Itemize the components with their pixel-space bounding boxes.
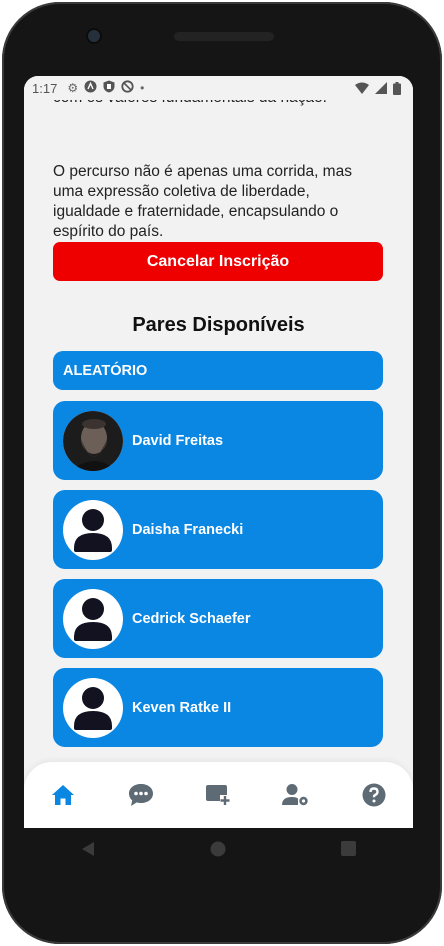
wifi-icon (355, 82, 369, 94)
user-settings-icon (282, 784, 308, 806)
paragraph-cut-line: com os valores fundamentais da nação. (53, 100, 327, 108)
available-pairs-title: Pares Disponíveis (132, 314, 305, 336)
home-icon (51, 785, 74, 805)
help-icon (362, 783, 386, 807)
avatar (63, 410, 123, 471)
pair-name: Cedrick Schaefer (132, 610, 251, 627)
add-card-nav-button[interactable] (198, 775, 238, 815)
pair-item-keven-ratke[interactable]: Keven Ratke II (53, 668, 383, 747)
battery-icon (393, 81, 401, 95)
home-nav-button[interactable] (43, 775, 83, 815)
earpiece-speaker (174, 32, 274, 41)
pair-name: Keven Ratke II (132, 699, 232, 716)
recents-icon (340, 841, 356, 856)
app-screen: 1:17 ⚙ • com os valores fundamentais da … (24, 76, 413, 828)
settings-status-icon: ⚙ (67, 81, 79, 95)
bottom-navigation (24, 762, 413, 828)
recents-button[interactable] (340, 841, 356, 861)
back-button[interactable] (81, 841, 95, 862)
chat-icon (128, 784, 153, 806)
cancel-subscription-button[interactable]: Cancelar Inscrição (53, 242, 383, 281)
front-camera (88, 30, 100, 42)
help-nav-button[interactable] (354, 775, 394, 815)
shield-status-icon (103, 80, 115, 96)
pair-item-daisha-franecki[interactable]: Daisha Franecki (53, 490, 383, 569)
app-status-icon (84, 80, 97, 96)
status-bar: 1:17 ⚙ • (24, 76, 413, 100)
chat-nav-button[interactable] (121, 775, 161, 815)
add-card-icon (206, 785, 231, 805)
pair-name: David Freitas (132, 432, 224, 449)
scroll-content[interactable]: com os valores fundamentais da nação. O … (24, 100, 413, 762)
default-user-icon (63, 588, 123, 649)
android-navigation-bar (24, 828, 413, 874)
pair-item-cedrick-schaefer[interactable]: Cedrick Schaefer (53, 579, 383, 658)
dot-status-icon: • (140, 81, 145, 95)
back-icon (82, 841, 95, 856)
default-user-icon (63, 499, 123, 560)
sync-status-icon (121, 80, 134, 96)
home-circle-icon (210, 841, 226, 856)
pair-name: Daisha Franecki (132, 521, 244, 538)
signal-icon (375, 82, 387, 94)
description-paragraph: O percurso não é apenas uma corrida, mas… (53, 163, 352, 240)
user-settings-nav-button[interactable] (276, 775, 316, 815)
status-time: 1:17 (32, 80, 58, 96)
random-pair-button[interactable]: ALEATÓRIO (53, 351, 383, 390)
pair-item-david-freitas[interactable]: David Freitas (53, 401, 383, 480)
home-system-button[interactable] (210, 841, 226, 862)
default-user-icon (63, 677, 123, 738)
